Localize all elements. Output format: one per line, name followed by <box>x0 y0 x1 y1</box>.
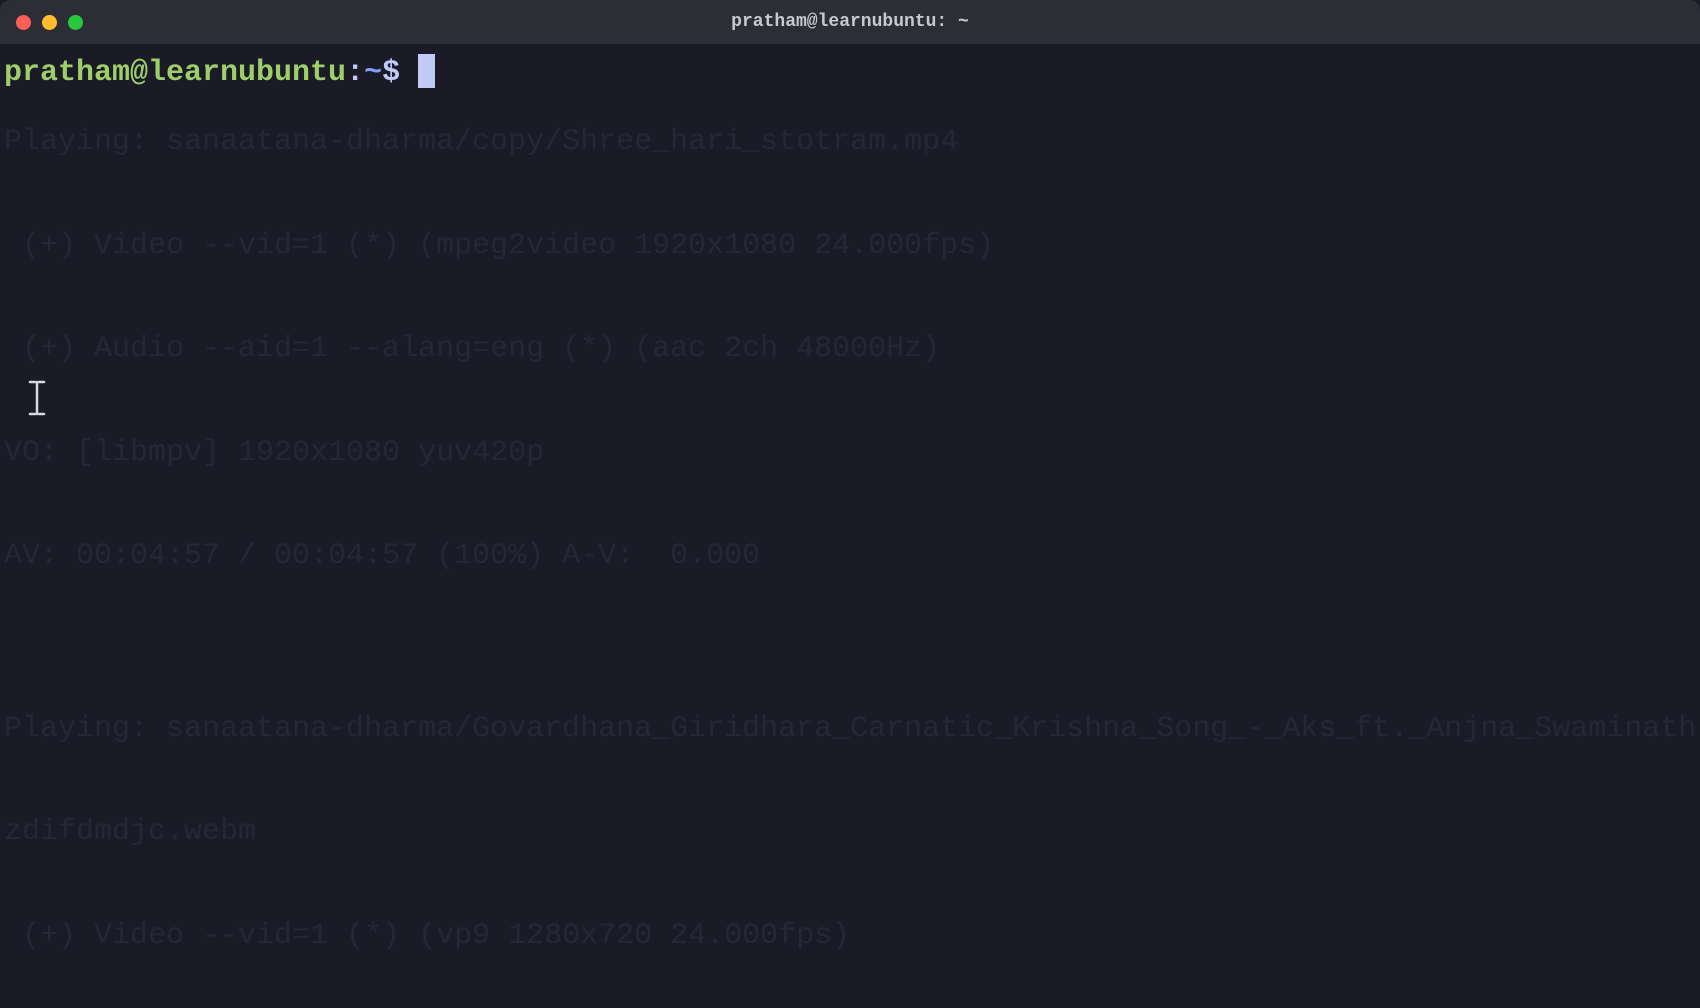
maximize-button[interactable] <box>68 15 83 30</box>
terminal-body[interactable]: Playing: sanaatana-dharma/copy/Shree_har… <box>0 44 1700 1008</box>
terminal-window: pratham@learnubuntu: ~ Playing: sanaatan… <box>0 0 1700 1008</box>
terminal-cursor <box>418 54 435 88</box>
scrollback-line: (+) Audio --aid=1 --alang=eng (*) (aac 2… <box>4 332 1696 367</box>
scrollback-line: (+) Video --vid=1 (*) (vp9 1280x720 24.0… <box>4 919 1696 954</box>
close-button[interactable] <box>16 15 31 30</box>
prompt-line: pratham@learnubuntu:~$ <box>4 56 1696 91</box>
scrollback-buffer: Playing: sanaatana-dharma/copy/Shree_har… <box>4 56 1696 1008</box>
traffic-lights <box>16 15 83 30</box>
titlebar[interactable]: pratham@learnubuntu: ~ <box>0 0 1700 44</box>
prompt-colon: : <box>346 56 364 91</box>
ibeam-cursor-icon <box>28 380 46 416</box>
scrollback-line: zdifdmdjc.webm <box>4 815 1696 850</box>
minimize-button[interactable] <box>42 15 57 30</box>
scrollback-line: VO: [libmpv] 1920x1080 yuv420p <box>4 436 1696 471</box>
prompt-symbol: $ <box>382 56 400 91</box>
prompt-path: ~ <box>364 56 382 91</box>
scrollback-line: Playing: sanaatana-dharma/Govardhana_Gir… <box>4 712 1696 747</box>
scrollback-line: AV: 00:04:57 / 00:04:57 (100%) A-V: 0.00… <box>4 539 1696 574</box>
scrollback-line: Playing: sanaatana-dharma/copy/Shree_har… <box>4 125 1696 160</box>
window-title: pratham@learnubuntu: ~ <box>731 12 969 32</box>
scrollback-line: (+) Video --vid=1 (*) (mpeg2video 1920x1… <box>4 229 1696 264</box>
prompt-user-host: pratham@learnubuntu <box>4 56 346 91</box>
